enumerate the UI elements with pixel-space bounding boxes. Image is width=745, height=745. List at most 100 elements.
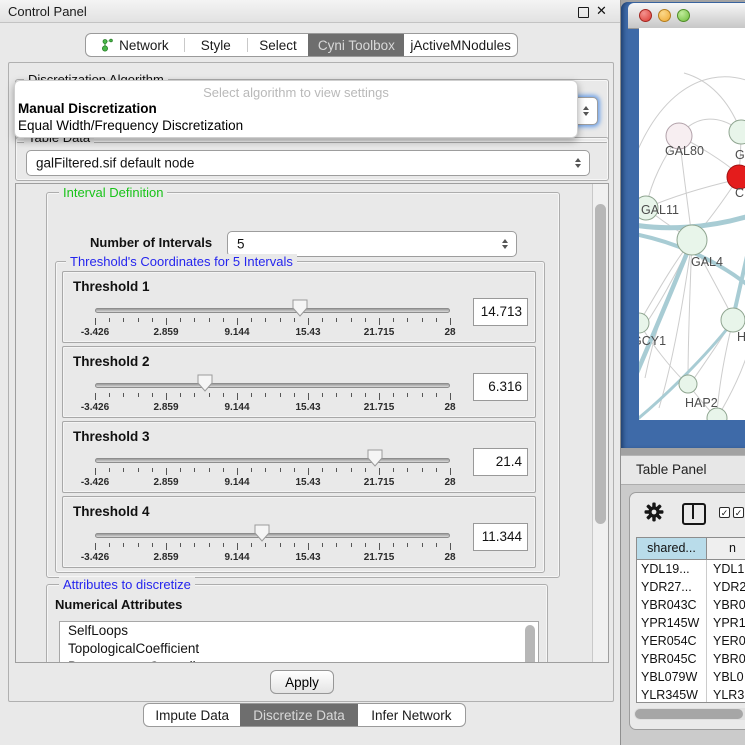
column-header-shared-name[interactable]: shared... — [637, 538, 707, 559]
table-row[interactable]: YBL079WYBL0 — [637, 668, 745, 686]
vertical-scrollbar[interactable] — [592, 184, 608, 662]
tab-select[interactable]: Select — [248, 34, 309, 56]
tick-label: -3.426 — [81, 552, 109, 563]
cell[interactable]: YDL19... — [637, 560, 707, 578]
split-view-icon[interactable] — [682, 503, 706, 525]
cell[interactable]: YPR1 — [707, 614, 745, 632]
network-view-window: GAL80 G C GAL11 GAL4 GCY1 H HAP2 — [621, 2, 745, 448]
node-gal4[interactable] — [677, 225, 707, 255]
tab-impute-data[interactable]: Impute Data — [144, 704, 240, 726]
horizontal-scrollbar-thumb[interactable] — [635, 709, 743, 719]
tick-label: 15.43 — [295, 327, 320, 338]
settings-scrollpane: Interval Definition Number of Intervals … — [15, 183, 609, 663]
tab-jactivemnodules[interactable]: jActiveMNodules — [404, 34, 517, 56]
close-traffic-light-icon[interactable] — [639, 9, 652, 22]
cell[interactable]: YBR0 — [707, 596, 745, 614]
node-partial-top-right[interactable] — [729, 120, 745, 144]
cell[interactable]: YDR27... — [637, 578, 707, 596]
cell[interactable]: YER0 — [707, 632, 745, 650]
table-row[interactable]: YDL19...YDL1 — [637, 560, 745, 578]
cell[interactable]: YBL079W — [637, 668, 707, 686]
slider-thumb[interactable] — [197, 374, 213, 392]
cell[interactable]: YDL1 — [707, 560, 745, 578]
list-item[interactable]: TopologicalCoefficient — [60, 640, 538, 658]
table-row[interactable]: YLR345WYLR3 — [637, 686, 745, 703]
slider-track[interactable] — [95, 533, 450, 538]
tick-mark — [351, 318, 352, 322]
slider-track[interactable] — [95, 383, 450, 388]
gear-icon[interactable] — [644, 502, 664, 522]
tab-discretize-data[interactable]: Discretize Data — [240, 704, 357, 726]
network-window-titlebar[interactable] — [628, 3, 745, 29]
float-window-icon[interactable] — [578, 7, 589, 18]
node-gcy1[interactable] — [639, 313, 649, 333]
combo-arrows-icon — [575, 158, 581, 168]
apply-button[interactable]: Apply — [270, 670, 334, 694]
tab-infer-network[interactable]: Infer Network — [358, 704, 465, 726]
cell[interactable]: YBR043C — [637, 596, 707, 614]
tick-label: 15.43 — [295, 402, 320, 413]
algorithm-option-equal-width[interactable]: Equal Width/Frequency Discretization — [18, 118, 243, 133]
threshold-value-field[interactable]: 6.316 — [473, 373, 528, 401]
numerical-attributes-list[interactable]: SelfLoops TopologicalCoefficient Between… — [59, 621, 539, 663]
threshold-value-field[interactable]: 21.4 — [473, 448, 528, 476]
table-row[interactable]: YBR045CYBR0 — [637, 650, 745, 668]
cell[interactable]: YDR2 — [707, 578, 745, 596]
slider-thumb[interactable] — [292, 299, 308, 317]
zoom-traffic-light-icon[interactable] — [677, 9, 690, 22]
slider-track[interactable] — [95, 308, 450, 313]
list-scrollbar-thumb[interactable] — [525, 625, 535, 663]
threshold-slider[interactable]: -3.4262.8599.14415.4321.71528 — [95, 422, 450, 492]
minimize-traffic-light-icon[interactable] — [658, 9, 671, 22]
table-row[interactable]: YDR27...YDR2 — [637, 578, 745, 596]
cell[interactable]: YER054C — [637, 632, 707, 650]
threshold-slider[interactable]: -3.4262.8599.14415.4321.71528 — [95, 497, 450, 567]
close-icon[interactable]: ✕ — [596, 3, 607, 19]
checkbox-icon[interactable]: ✓ — [733, 507, 744, 518]
threshold-slider[interactable]: -3.4262.8599.14415.4321.71528 — [95, 272, 450, 342]
threshold-value-field[interactable]: 11.344 — [473, 523, 528, 551]
tab-network[interactable]: Network — [86, 34, 184, 56]
thresholds-group: Threshold's Coordinates for 5 Intervals … — [55, 261, 545, 573]
slider-tick-labels: -3.4262.8599.14415.4321.71528 — [95, 477, 450, 489]
tick-mark — [237, 468, 238, 475]
tick-mark — [322, 468, 323, 472]
table-data-combobox[interactable]: galFiltered.sif default node — [26, 150, 590, 176]
threshold-value-field[interactable]: 14.713 — [473, 298, 528, 326]
list-item[interactable]: BetweennessCentrality — [60, 658, 538, 663]
slider-track[interactable] — [95, 458, 450, 463]
cell[interactable]: YLR345W — [637, 686, 707, 703]
tick-mark — [336, 393, 337, 397]
checkbox-icon[interactable]: ✓ — [719, 507, 730, 518]
slider-ticks — [95, 543, 450, 551]
table-row[interactable]: YER054CYER0 — [637, 632, 745, 650]
tab-cyni-toolbox[interactable]: Cyni Toolbox — [308, 34, 404, 56]
interval-definition-group-label: Interval Definition — [59, 185, 167, 200]
cell[interactable]: YPR145W — [637, 614, 707, 632]
tab-style[interactable]: Style — [185, 34, 247, 56]
tick-mark — [450, 468, 451, 475]
horizontal-scrollbar[interactable] — [634, 708, 745, 720]
tick-label: 28 — [444, 552, 455, 563]
network-canvas[interactable]: GAL80 G C GAL11 GAL4 GCY1 H HAP2 — [639, 28, 745, 420]
cell[interactable]: YLR3 — [707, 686, 745, 703]
tick-mark — [180, 318, 181, 322]
table-row[interactable]: YPR145WYPR1 — [637, 614, 745, 632]
list-item[interactable]: SelfLoops — [60, 622, 538, 640]
tick-mark — [138, 318, 139, 322]
cell[interactable]: YBR045C — [637, 650, 707, 668]
tick-mark — [379, 543, 380, 550]
scrollbar-thumb[interactable] — [595, 204, 606, 524]
algorithm-option-manual[interactable]: Manual Discretization — [18, 101, 157, 116]
node-hap2[interactable] — [679, 375, 697, 393]
column-header-name[interactable]: n — [707, 538, 745, 559]
tick-label: 21.715 — [364, 402, 395, 413]
table-row[interactable]: YBR043CYBR0 — [637, 596, 745, 614]
threshold-slider[interactable]: -3.4262.8599.14415.4321.71528 — [95, 347, 450, 417]
slider-thumb[interactable] — [367, 449, 383, 467]
tick-mark — [436, 393, 437, 397]
node-h[interactable] — [721, 308, 745, 332]
cell[interactable]: YBR0 — [707, 650, 745, 668]
slider-thumb[interactable] — [254, 524, 270, 542]
cell[interactable]: YBL0 — [707, 668, 745, 686]
